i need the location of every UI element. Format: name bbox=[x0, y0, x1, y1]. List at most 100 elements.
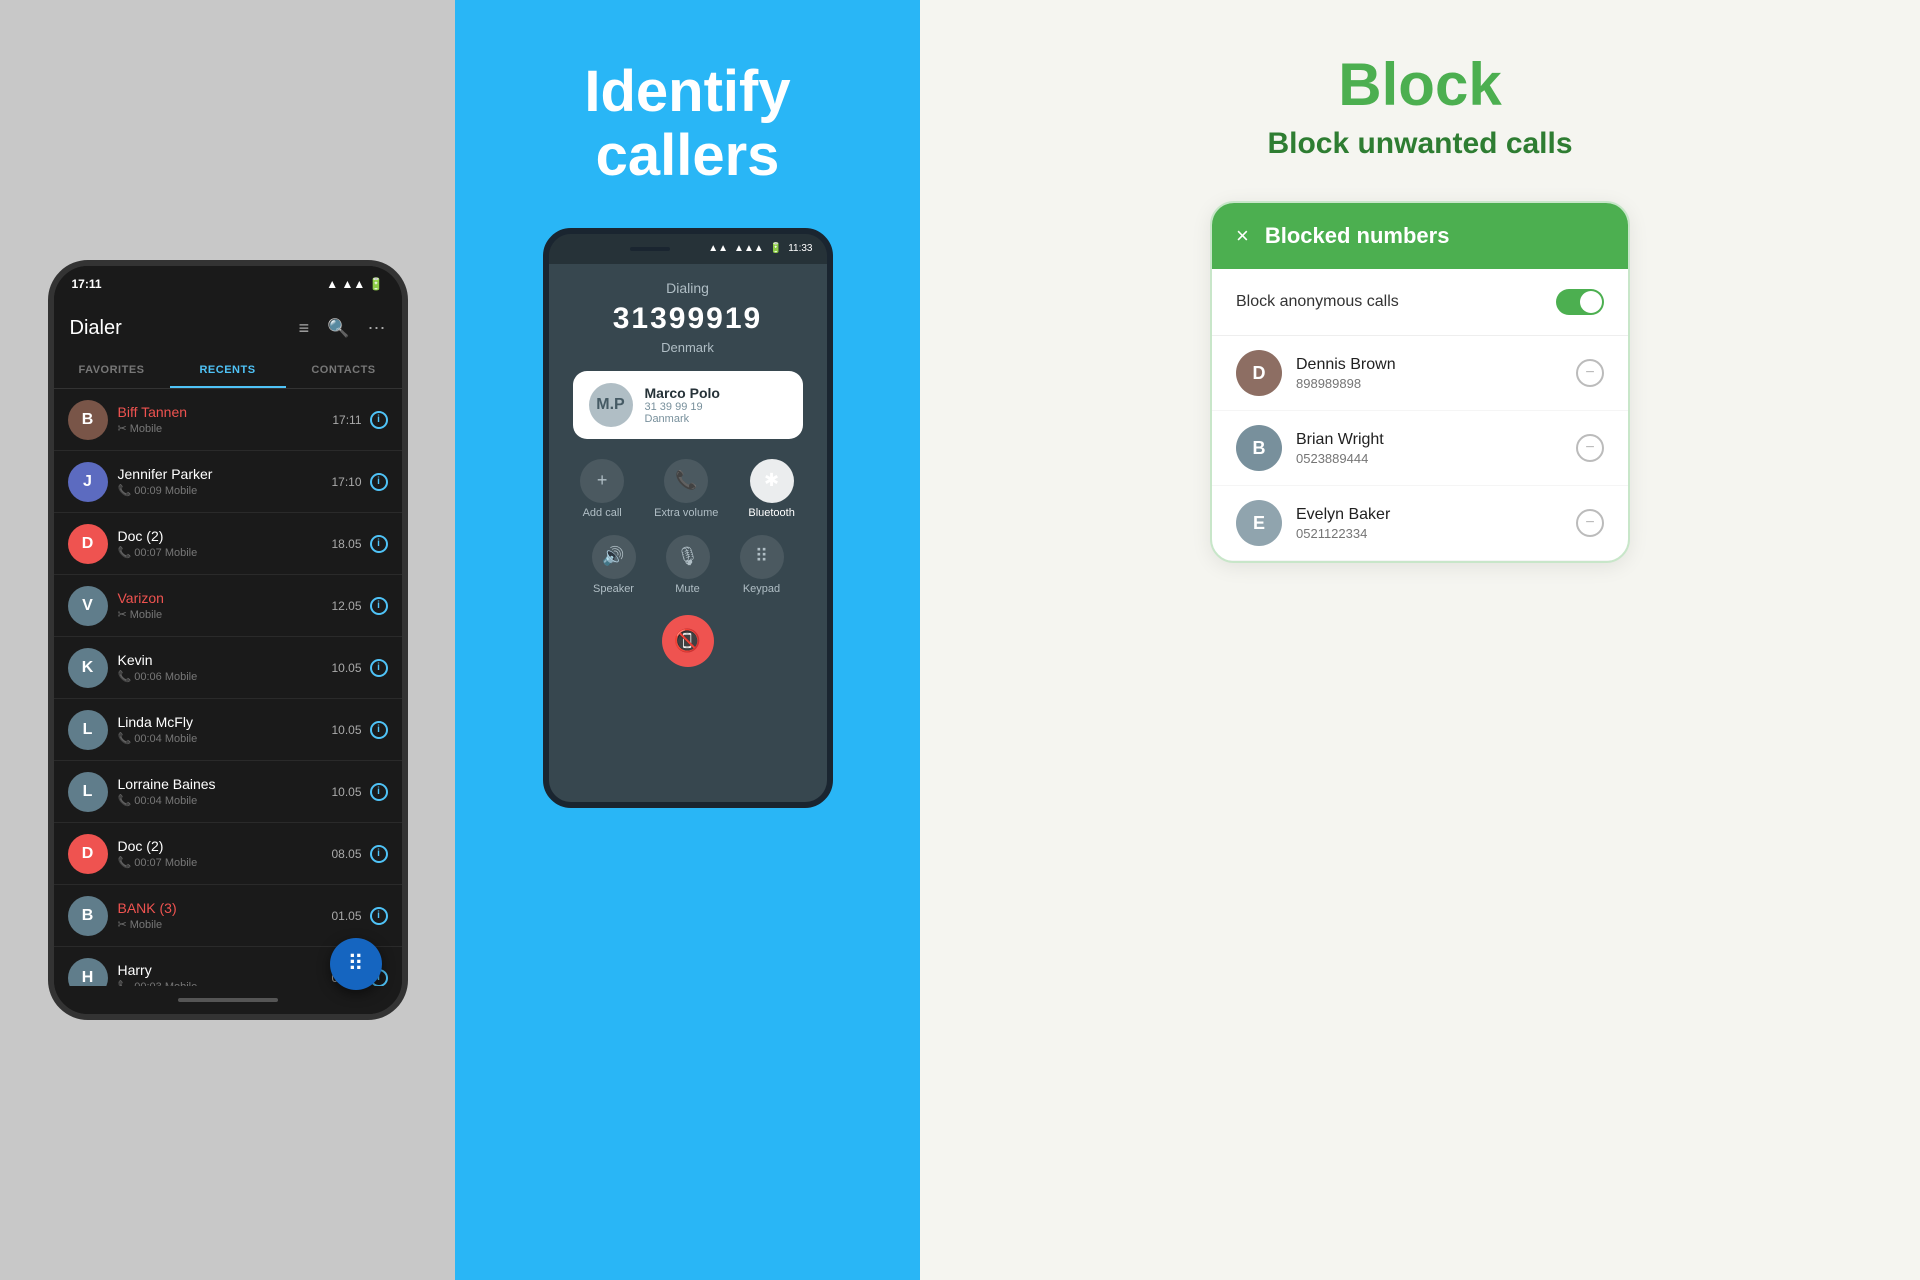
bluetooth-icon: ✱ bbox=[750, 459, 794, 503]
call-info-bank: BANK (3) ✂ Mobile bbox=[118, 900, 332, 931]
blocked-contact-brian: B Brian Wright 0523889444 − bbox=[1212, 411, 1628, 486]
call-info-doc2: Doc (2) 📞 00:07 Mobile bbox=[118, 838, 332, 869]
panel-block: Block Block unwanted calls × Blocked num… bbox=[920, 0, 1920, 1280]
call-name-linda: Linda McFly bbox=[118, 714, 332, 730]
identify-title: Identifycallers bbox=[554, 60, 820, 188]
call-time-biff: 17:11 bbox=[332, 413, 361, 427]
avatar-evelyn: E bbox=[1236, 500, 1282, 546]
mute-button[interactable]: 🎙 Mute bbox=[666, 535, 710, 595]
dialpad-fab[interactable]: ⠿ bbox=[330, 938, 382, 990]
tab-favorites[interactable]: FAVORITES bbox=[54, 354, 170, 388]
more-icon[interactable]: ⋯ bbox=[368, 318, 386, 339]
call-sub-doc2: 📞 00:07 Mobile bbox=[118, 856, 332, 869]
contact-name-evelyn: Evelyn Baker bbox=[1296, 506, 1562, 524]
search-icon[interactable]: 🔍 bbox=[327, 318, 349, 339]
call-time-varizon: 12.05 bbox=[331, 599, 361, 613]
call-sub-lorraine: 📞 00:04 Mobile bbox=[118, 794, 332, 807]
call-sub-linda: 📞 00:04 Mobile bbox=[118, 732, 332, 745]
avatar-dennis: D bbox=[1236, 350, 1282, 396]
call-info-varizon: Varizon ✂ Mobile bbox=[118, 590, 332, 621]
speaker-button[interactable]: 🔊 Speaker bbox=[592, 535, 636, 595]
call-sub-doc1: 📞 00:07 Mobile bbox=[118, 546, 332, 559]
info-icon-jennifer[interactable]: i bbox=[370, 473, 388, 491]
keypad-label: Keypad bbox=[743, 583, 780, 595]
avatar-doc2: D bbox=[68, 834, 108, 874]
unblock-button-brian[interactable]: − bbox=[1576, 434, 1604, 462]
caller-card-number: 31 39 99 19 bbox=[645, 401, 720, 413]
wifi-icon: ▲▲ bbox=[708, 243, 728, 254]
call-item-doc1[interactable]: D Doc (2) 📞 00:07 Mobile 18.05 i bbox=[54, 513, 402, 575]
block-subtitle: Block unwanted calls bbox=[1267, 127, 1572, 161]
speaker-grill bbox=[630, 247, 670, 251]
call-info-lorraine: Lorraine Baines 📞 00:04 Mobile bbox=[118, 776, 332, 807]
call-time-doc1: 18.05 bbox=[331, 537, 361, 551]
android-top-bar: ▲▲ ▲▲▲ 🔋 11:33 bbox=[549, 234, 827, 264]
contact-info-brian: Brian Wright 0523889444 bbox=[1296, 431, 1562, 466]
call-sub-biff: ✂ Mobile bbox=[118, 422, 333, 435]
info-icon-kevin[interactable]: i bbox=[370, 659, 388, 677]
close-icon[interactable]: × bbox=[1236, 223, 1249, 249]
call-item-linda[interactable]: L Linda McFly 📞 00:04 Mobile 10.05 i bbox=[54, 699, 402, 761]
bluetooth-button[interactable]: ✱ Bluetooth bbox=[748, 459, 794, 519]
info-icon-doc1[interactable]: i bbox=[370, 535, 388, 553]
clock: 11:33 bbox=[788, 243, 812, 254]
block-anonymous-row: Block anonymous calls bbox=[1212, 269, 1628, 336]
status-time: 17:11 bbox=[72, 277, 102, 291]
call-number: 31399919 bbox=[613, 302, 762, 336]
call-item-doc2[interactable]: D Doc (2) 📞 00:07 Mobile 08.05 i bbox=[54, 823, 402, 885]
contact-info-evelyn: Evelyn Baker 0521122334 bbox=[1296, 506, 1562, 541]
bluetooth-label: Bluetooth bbox=[748, 507, 794, 519]
call-time-linda: 10.05 bbox=[331, 723, 361, 737]
info-icon-biff[interactable]: i bbox=[370, 411, 388, 429]
info-icon-varizon[interactable]: i bbox=[370, 597, 388, 615]
call-item-lorraine[interactable]: L Lorraine Baines 📞 00:04 Mobile 10.05 i bbox=[54, 761, 402, 823]
phone-header: Dialer ≡ 🔍 ⋯ bbox=[54, 302, 402, 354]
header-icons: ≡ 🔍 ⋯ bbox=[299, 318, 386, 339]
info-icon-doc2[interactable]: i bbox=[370, 845, 388, 863]
dialer-title: Dialer bbox=[70, 317, 299, 340]
keypad-icon: ⠿ bbox=[740, 535, 784, 579]
info-icon-bank[interactable]: i bbox=[370, 907, 388, 925]
add-call-icon: + bbox=[580, 459, 624, 503]
tab-contacts[interactable]: CONTACTS bbox=[286, 354, 402, 388]
call-info-linda: Linda McFly 📞 00:04 Mobile bbox=[118, 714, 332, 745]
info-icon-linda[interactable]: i bbox=[370, 721, 388, 739]
speaker-label: Speaker bbox=[593, 583, 634, 595]
blocked-header: × Blocked numbers bbox=[1212, 203, 1628, 269]
keypad-button[interactable]: ⠿ Keypad bbox=[740, 535, 784, 595]
call-item-varizon[interactable]: V Varizon ✂ Mobile 12.05 i bbox=[54, 575, 402, 637]
block-anon-toggle[interactable] bbox=[1556, 289, 1604, 315]
info-icon-lorraine[interactable]: i bbox=[370, 783, 388, 801]
call-time-doc2: 08.05 bbox=[331, 847, 361, 861]
call-name-doc2: Doc (2) bbox=[118, 838, 332, 854]
call-sub-bank: ✂ Mobile bbox=[118, 918, 332, 931]
tab-recents[interactable]: RECENTS bbox=[170, 354, 286, 388]
call-item-biff[interactable]: B Biff Tannen ✂ Mobile 17:11 i bbox=[54, 389, 402, 451]
unblock-button-evelyn[interactable]: − bbox=[1576, 509, 1604, 537]
menu-icon[interactable]: ≡ bbox=[299, 318, 310, 339]
home-bar-line bbox=[178, 998, 278, 1002]
caller-card-avatar: M.P bbox=[589, 383, 633, 427]
tabs-row: FAVORITES RECENTS CONTACTS bbox=[54, 354, 402, 389]
blocked-header-title: Blocked numbers bbox=[1265, 223, 1450, 249]
call-time-jennifer: 17:10 bbox=[331, 475, 361, 489]
call-info-kevin: Kevin 📞 00:06 Mobile bbox=[118, 652, 332, 683]
avatar-jennifer: J bbox=[68, 462, 108, 502]
call-item-jennifer[interactable]: J Jennifer Parker 📞 00:09 Mobile 17:10 i bbox=[54, 451, 402, 513]
call-name-jennifer: Jennifer Parker bbox=[118, 466, 332, 482]
unblock-button-dennis[interactable]: − bbox=[1576, 359, 1604, 387]
call-item-kevin[interactable]: K Kevin 📞 00:06 Mobile 10.05 i bbox=[54, 637, 402, 699]
block-phone-frame: × Blocked numbers Block anonymous calls … bbox=[1210, 201, 1630, 563]
add-call-button[interactable]: + Add call bbox=[580, 459, 624, 519]
call-country: Denmark bbox=[661, 340, 714, 355]
avatar-brian: B bbox=[1236, 425, 1282, 471]
call-info-biff: Biff Tannen ✂ Mobile bbox=[118, 404, 333, 435]
call-name-biff: Biff Tannen bbox=[118, 404, 333, 420]
call-time-kevin: 10.05 bbox=[331, 661, 361, 675]
speaker-icon: 🔊 bbox=[592, 535, 636, 579]
block-anon-label: Block anonymous calls bbox=[1236, 293, 1399, 311]
caller-card: M.P Marco Polo 31 39 99 19 Danmark bbox=[573, 371, 803, 439]
end-call-button[interactable]: 📵 bbox=[662, 615, 714, 667]
call-sub-kevin: 📞 00:06 Mobile bbox=[118, 670, 332, 683]
extra-volume-button[interactable]: 📞 Extra volume bbox=[654, 459, 718, 519]
